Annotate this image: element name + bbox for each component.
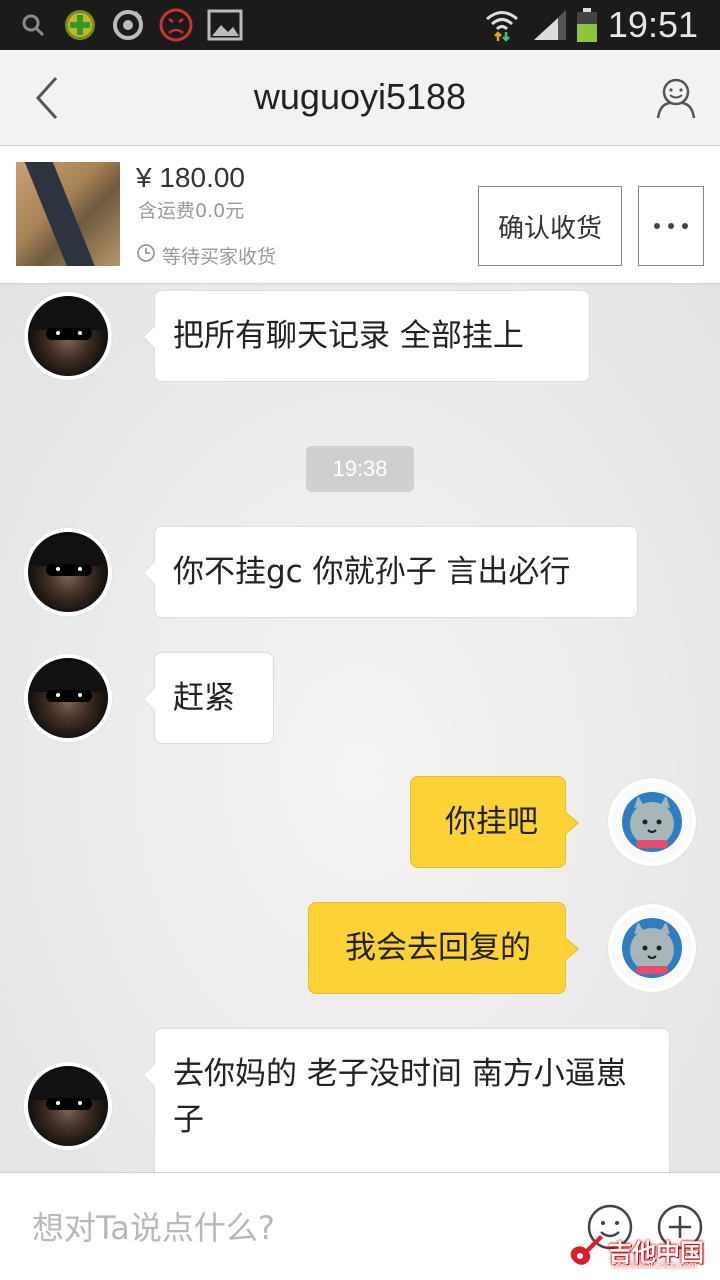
page-title: wuguoyi5188 [253, 76, 467, 117]
product-thumbnail[interactable] [16, 162, 120, 266]
order-price: ¥ 180.00 [136, 162, 245, 193]
person-icon[interactable] [654, 76, 698, 120]
sad-face-icon [158, 8, 194, 42]
watermark: 吉他中国 bbs.GuitarChina.com [566, 1226, 716, 1274]
plus-badge-icon [62, 8, 98, 42]
cat-avatar-icon [622, 792, 682, 852]
message-bubble[interactable]: 去你妈的 老子没时间 南方小逼崽子 [143, 1028, 670, 1172]
avatar[interactable] [24, 1062, 112, 1150]
more-button[interactable] [638, 186, 704, 266]
avatar-self[interactable] [608, 904, 696, 992]
battery-icon [574, 8, 600, 42]
avatar[interactable] [24, 292, 112, 380]
timestamp: 19:38 [306, 446, 414, 492]
avatar[interactable] [24, 654, 112, 742]
message-input[interactable]: 想对Ta说点什么? [32, 1203, 275, 1249]
status-bar: 19:51 [0, 0, 720, 50]
image-icon [206, 8, 244, 42]
avatar[interactable] [24, 528, 112, 616]
order-status-label: 等待买家收货 [162, 246, 277, 268]
order-card: ¥ 180.00 含运费0.0元 等待买家收货 确认收货 [0, 146, 720, 284]
signal-icon [532, 8, 568, 42]
message-bubble[interactable]: 把所有聊天记录 全部挂上 [143, 290, 590, 382]
avatar-self[interactable] [608, 778, 696, 866]
watermark-sub: bbs.GuitarChina.com [612, 1260, 697, 1270]
cat-avatar-icon [622, 918, 682, 978]
message-bubble[interactable]: 你不挂gc 你就孙子 言出必行 [143, 526, 638, 618]
message-bubble-self[interactable]: 你挂吧 [410, 776, 579, 868]
message-bubble-self[interactable]: 我会去回复的 [308, 902, 579, 994]
chat-area[interactable]: 把所有聊天记录 全部挂上 19:38 你不挂gc 你就孙子 言出必行 赶紧 你挂… [0, 284, 720, 1172]
weibo-icon [110, 8, 146, 42]
message-bubble[interactable]: 赶紧 [143, 652, 274, 744]
confirm-receipt-button[interactable]: 确认收货 [478, 186, 622, 266]
app-header: wuguoyi5188 [0, 50, 720, 146]
search-icon [18, 8, 48, 42]
shipping-fee: 含运费0.0元 [138, 200, 245, 222]
more-dots-icon [654, 223, 688, 229]
guitar-logo-icon [570, 1235, 603, 1265]
wifi-icon [484, 8, 520, 42]
order-status: 等待买家收货 [136, 242, 276, 269]
clock-icon [136, 243, 156, 268]
clock: 19:51 [607, 4, 698, 45]
